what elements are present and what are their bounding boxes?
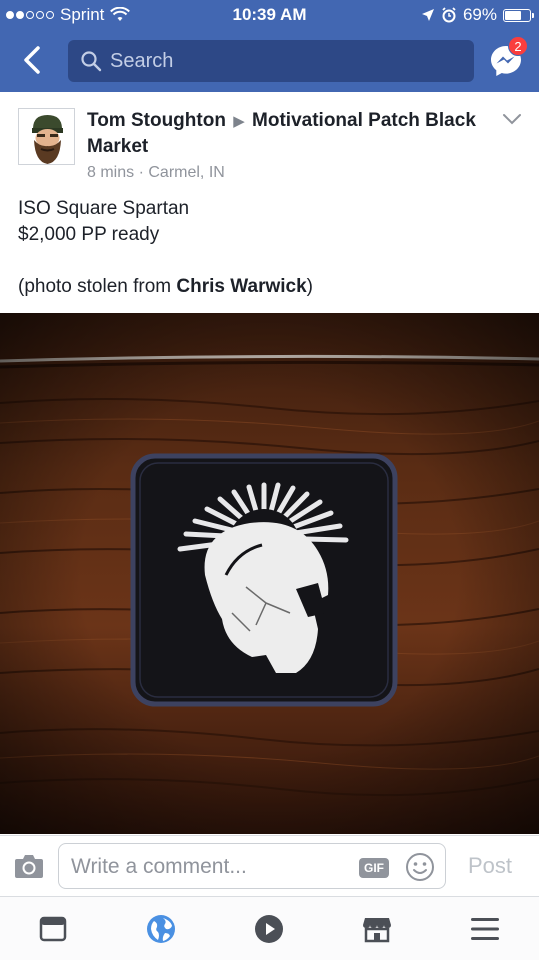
emoji-button[interactable]	[405, 852, 435, 882]
post-time[interactable]: 8 mins	[87, 164, 134, 181]
gif-button[interactable]: GIF	[359, 858, 389, 878]
marketplace-icon	[363, 918, 391, 943]
spartan-patch-photo	[0, 313, 539, 834]
back-button[interactable]	[14, 42, 50, 78]
post-title: Tom Stoughton ▶ Motivational Patch Black…	[87, 108, 487, 159]
tab-marketplace[interactable]	[361, 913, 393, 945]
tab-menu[interactable]	[469, 913, 501, 945]
status-bar: Sprint 10:39 AM 69%	[0, 0, 539, 32]
credit-suffix: )	[306, 276, 313, 297]
comment-input[interactable]	[71, 854, 351, 880]
tab-video[interactable]	[253, 913, 285, 945]
post-meta: 8 mins · Carmel, IN	[87, 164, 225, 182]
bearded-man-avatar-icon	[19, 109, 74, 164]
post-options-button[interactable]	[501, 108, 523, 130]
menu-icon	[471, 918, 499, 940]
avatar[interactable]	[18, 108, 75, 165]
news-feed-icon	[39, 916, 67, 942]
tab-notifications[interactable]	[145, 913, 177, 945]
search-bar[interactable]	[68, 40, 474, 82]
comment-field[interactable]: GIF	[58, 843, 446, 889]
messenger-button[interactable]: 2	[486, 36, 528, 80]
bottom-tab-bar	[0, 896, 539, 960]
meta-separator: ·	[138, 164, 144, 181]
triangle-right-icon: ▶	[233, 113, 245, 130]
status-right: 69%	[421, 5, 534, 25]
camera-button[interactable]	[14, 852, 44, 880]
credit-prefix: (photo stolen from	[18, 276, 177, 297]
battery-icon	[503, 8, 534, 22]
chevron-down-icon	[503, 114, 521, 125]
post-body: ISO Square Spartan $2,000 PP ready (phot…	[18, 196, 523, 300]
chevron-left-icon	[24, 46, 40, 74]
search-icon	[81, 51, 102, 72]
globe-icon	[147, 915, 175, 943]
tab-news-feed[interactable]	[37, 913, 69, 945]
post-location[interactable]: Carmel, IN	[148, 164, 224, 181]
post-comment-button[interactable]: Post	[468, 853, 512, 879]
post-text-line: $2,000 PP ready	[18, 224, 160, 245]
battery-percent: 69%	[462, 5, 497, 24]
top-header: Sprint 10:39 AM 69% Search 2	[0, 0, 539, 92]
post-photo[interactable]	[0, 313, 539, 834]
smiley-icon	[406, 853, 434, 881]
mention-link[interactable]: Chris Warwick	[176, 276, 306, 297]
search-input[interactable]	[110, 49, 450, 73]
author-name[interactable]: Tom Stoughton	[87, 110, 226, 131]
post-header: Tom Stoughton ▶ Motivational Patch Black…	[0, 96, 539, 192]
alarm-icon	[442, 7, 456, 23]
video-icon	[255, 915, 283, 943]
photo-credit: (photo stolen from Chris Warwick)	[18, 274, 523, 300]
location-arrow-icon	[421, 9, 434, 21]
post-text-line: ISO Square Spartan	[18, 198, 190, 219]
comment-composer: GIF Post	[0, 835, 539, 896]
messenger-badge: 2	[508, 36, 528, 56]
camera-icon	[15, 855, 43, 878]
